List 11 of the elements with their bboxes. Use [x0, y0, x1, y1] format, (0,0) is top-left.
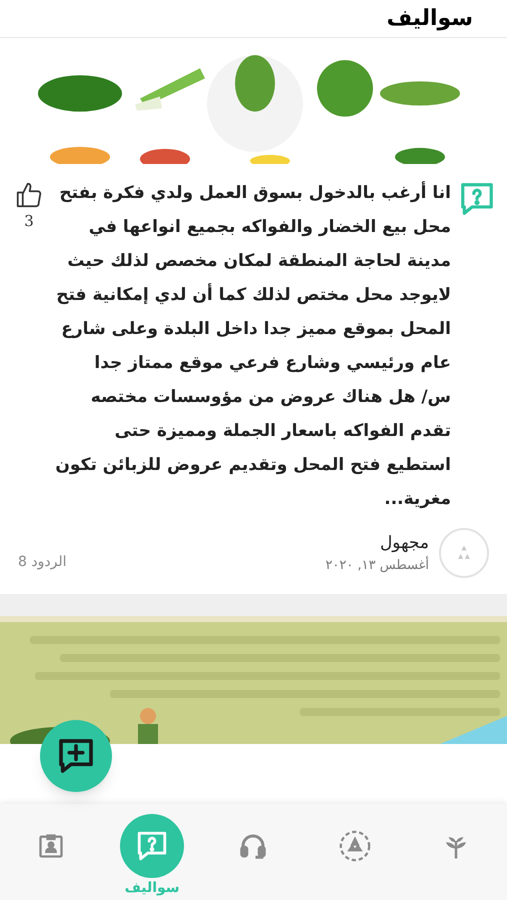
id-badge-icon — [36, 832, 65, 860]
page-title: سواليف — [386, 5, 473, 33]
question-text: انا أرغب بالدخول بسوق العمل ولدي فكرة بفتح محل بيع الخضار والفواكه بجميع انواعها في مدينة لحاجة المنطقة لمكان مخصص لذلك حيث لايوجد محل مختص لذلك كما أن لدي إمكانية فتح المحل بموقع مميز جدا داخل البلدة وعلى شارع عام ورئيسي وشارع فرعي موقع ممتاز جدا س/ هل هناك عروض من مؤوسسات مختصه تقدم الفواكه باسعار الجملة ومميزة حتى استطيع فتح المحل وتقديم عروض للزبائن تكون مغرية... — [54, 180, 452, 511]
dashed-circle-icon — [338, 829, 372, 863]
nav-tab[interactable]: سواليف — [101, 804, 203, 899]
post-date: أغسطس ١٣, ٢٠٢٠ — [325, 556, 429, 575]
add-message-icon — [56, 736, 96, 776]
like-count: 3 — [24, 211, 34, 232]
question-chat-icon — [458, 180, 496, 218]
replies-count: الردود 8 — [18, 552, 66, 572]
author-name: مجهول — [378, 532, 429, 554]
